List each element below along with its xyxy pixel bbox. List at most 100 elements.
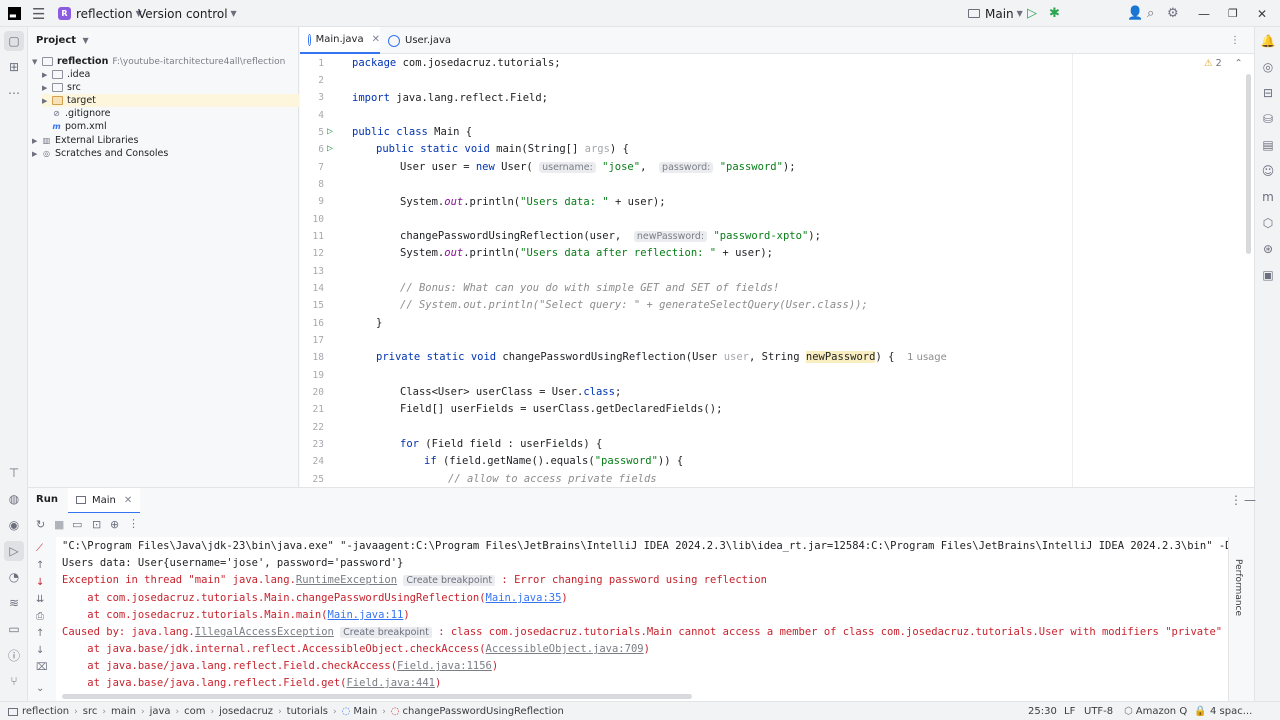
inspection-widget[interactable]: ⚠ 2 ⌃ bbox=[1204, 58, 1243, 69]
minimize-panel-icon[interactable]: — bbox=[1244, 493, 1256, 507]
add-user-icon[interactable]: 👤 bbox=[1127, 0, 1143, 27]
stacktrace-icon[interactable]: ⟋ bbox=[36, 543, 43, 554]
build-tool-icon[interactable]: ⊤ bbox=[4, 463, 24, 483]
breadcrumb-item[interactable]: josedacruz bbox=[219, 706, 273, 717]
run-tool-icon[interactable]: ▷ bbox=[4, 541, 24, 561]
breadcrumb-item[interactable]: Main bbox=[353, 706, 377, 717]
breadcrumb-item[interactable]: src bbox=[83, 706, 98, 717]
exception-link[interactable]: IllegalAccessException bbox=[195, 626, 334, 638]
endpoints-icon[interactable]: ▤ bbox=[1258, 135, 1278, 155]
indent-setting[interactable]: 4 spac... bbox=[1210, 702, 1252, 720]
close-icon[interactable]: ✕ bbox=[1257, 0, 1267, 27]
problems-warning-icon[interactable]: ⓘ bbox=[4, 645, 24, 665]
search-zoom-icon[interactable]: ⊕ bbox=[110, 518, 119, 531]
rerun-icon[interactable]: ↻ bbox=[36, 518, 45, 531]
tab-main-java[interactable]: Main.java ✕ bbox=[300, 27, 380, 54]
search-icon[interactable]: ⌕ bbox=[1147, 0, 1154, 27]
tab-user-java[interactable]: User.java bbox=[386, 27, 451, 54]
usages-hint[interactable]: 1 usage bbox=[907, 352, 947, 363]
more-options-icon[interactable]: ⋮ bbox=[1230, 493, 1242, 507]
lock-icon[interactable]: 🔒 bbox=[1194, 702, 1206, 720]
source-link[interactable]: AccessibleObject.java:709 bbox=[486, 643, 644, 655]
database-icon[interactable]: ⛁ bbox=[1258, 109, 1278, 129]
run-icon[interactable]: ▷ bbox=[1027, 0, 1037, 27]
breadcrumb-item[interactable]: com bbox=[184, 706, 205, 717]
source-link[interactable]: Main.java:35 bbox=[486, 592, 562, 604]
scroll-up-icon[interactable]: ↑ bbox=[36, 628, 44, 639]
performance-label[interactable]: Performance bbox=[1233, 559, 1243, 616]
breadcrumb-item[interactable]: tutorials bbox=[287, 706, 328, 717]
breadcrumb-item[interactable]: reflection bbox=[22, 706, 69, 717]
gradle-icon[interactable]: ▣ bbox=[1258, 265, 1278, 285]
source-link[interactable]: Main.java:11 bbox=[328, 609, 404, 621]
up-arrow-icon[interactable]: ↑ bbox=[36, 560, 44, 571]
notifications-icon[interactable]: 🔔 bbox=[1258, 31, 1278, 51]
line-separator[interactable]: LF bbox=[1064, 702, 1075, 720]
tree-item-idea[interactable]: ▶ .idea bbox=[42, 68, 90, 81]
structure-tool-icon[interactable]: ⊞ bbox=[4, 57, 24, 77]
amazon-q-icon[interactable]: ⬡ bbox=[1258, 213, 1278, 233]
copilot-icon[interactable]: ☺ bbox=[1258, 161, 1278, 181]
soft-wrap-icon[interactable]: ⇊ bbox=[36, 594, 44, 605]
breadcrumb-item[interactable]: main bbox=[111, 706, 136, 717]
chevron-up-icon[interactable]: ⌃ bbox=[1235, 58, 1243, 69]
close-icon[interactable]: ✕ bbox=[372, 34, 380, 45]
run-tab-main[interactable]: Main ✕ bbox=[68, 488, 141, 514]
tree-item-target[interactable]: ▶ target bbox=[42, 94, 299, 107]
breadcrumb-item[interactable]: changePasswordUsingReflection bbox=[403, 706, 564, 717]
code-editor[interactable]: ⚠ 2 ⌃ 1 2 3 4 5 6 7 8 9 10 11 12 13 14 1… bbox=[300, 54, 1254, 487]
more-options-icon[interactable]: ⋮ bbox=[128, 517, 139, 530]
problems-tool-icon[interactable]: ◔ bbox=[4, 567, 24, 587]
console-horizontal-scrollbar[interactable] bbox=[62, 694, 692, 699]
run-gutter-icon[interactable]: ▷ bbox=[327, 143, 337, 154]
run-tool-title[interactable]: Run bbox=[36, 494, 58, 505]
console-output[interactable]: "C:\Program Files\Java\jdk-23\bin\java.e… bbox=[56, 537, 1228, 701]
print-icon[interactable]: ⎙ bbox=[36, 611, 44, 622]
tabs-more-icon[interactable]: ⋮ bbox=[1230, 27, 1240, 54]
gear-icon[interactable]: ⚙ bbox=[1167, 0, 1179, 27]
tree-item-external-libraries[interactable]: ▶ ▥ External Libraries bbox=[32, 134, 138, 147]
minimize-icon[interactable]: — bbox=[1198, 0, 1210, 27]
editor-scrollbar[interactable] bbox=[1246, 74, 1251, 254]
ai-assistant-icon[interactable]: ◎ bbox=[1258, 57, 1278, 77]
more-tools-icon[interactable]: ⋯ bbox=[4, 83, 24, 103]
debug-tool-icon[interactable]: ◉ bbox=[4, 515, 24, 535]
services-tool-icon[interactable]: ◍ bbox=[4, 489, 24, 509]
structure-icon[interactable]: ⊟ bbox=[1258, 83, 1278, 103]
main-menu-icon[interactable]: ☰ bbox=[32, 0, 45, 27]
tree-item-pom[interactable]: m pom.xml bbox=[52, 120, 106, 133]
trash-icon[interactable]: ⌧ bbox=[36, 662, 48, 673]
amazon-q-status[interactable]: ⬡ Amazon Q bbox=[1124, 702, 1187, 720]
screenshot-icon[interactable]: ⊡ bbox=[92, 518, 101, 531]
vcs-selector[interactable]: Version control ▼ bbox=[138, 0, 237, 27]
run-gutter-icon[interactable]: ▷ bbox=[327, 126, 337, 137]
run-config-selector[interactable]: Main ▼ bbox=[968, 0, 1023, 27]
app-logo[interactable]: ▬ bbox=[8, 0, 21, 27]
exception-link[interactable]: RuntimeException bbox=[296, 574, 397, 586]
source-link[interactable]: Field.java:441 bbox=[346, 677, 435, 689]
project-selector[interactable]: R reflection ▼ bbox=[58, 0, 142, 27]
next-error-icon[interactable]: ↓ bbox=[36, 577, 44, 588]
chevron-down-icon[interactable]: ⌄ bbox=[36, 683, 44, 694]
tree-item-scratches[interactable]: ▶ ◎ Scratches and Consoles bbox=[32, 147, 168, 160]
remote-icon[interactable]: ⊛ bbox=[1258, 239, 1278, 259]
scroll-down-icon[interactable]: ↓ bbox=[36, 645, 44, 656]
tree-root[interactable]: ▼ reflection F:\youtube-itarchitecture4a… bbox=[32, 55, 285, 68]
project-tool-icon[interactable]: ▢ bbox=[4, 31, 24, 51]
tree-item-src[interactable]: ▶ src bbox=[42, 81, 81, 94]
debug-icon[interactable]: ✱ bbox=[1049, 0, 1060, 27]
terminal-tool-icon[interactable]: ▭ bbox=[4, 619, 24, 639]
git-tool-icon[interactable]: ⑂ bbox=[4, 671, 24, 691]
source-link[interactable]: Field.java:1156 bbox=[397, 660, 492, 672]
create-breakpoint-button[interactable]: Create breakpoint bbox=[403, 575, 496, 586]
maven-icon[interactable]: m bbox=[1258, 187, 1278, 207]
project-panel-header[interactable]: Project ▼ bbox=[36, 35, 89, 46]
tree-item-gitignore[interactable]: ⊘ .gitignore bbox=[52, 107, 110, 120]
restore-layout-icon[interactable]: ▭ bbox=[72, 518, 82, 531]
close-icon[interactable]: ✕ bbox=[124, 495, 132, 506]
layers-tool-icon[interactable]: ≋ bbox=[4, 593, 24, 613]
caret-position[interactable]: 25:30 bbox=[1028, 702, 1057, 720]
stop-icon[interactable]: ■ bbox=[54, 518, 64, 531]
breadcrumb-item[interactable]: java bbox=[150, 706, 171, 717]
file-encoding[interactable]: UTF-8 bbox=[1084, 702, 1113, 720]
